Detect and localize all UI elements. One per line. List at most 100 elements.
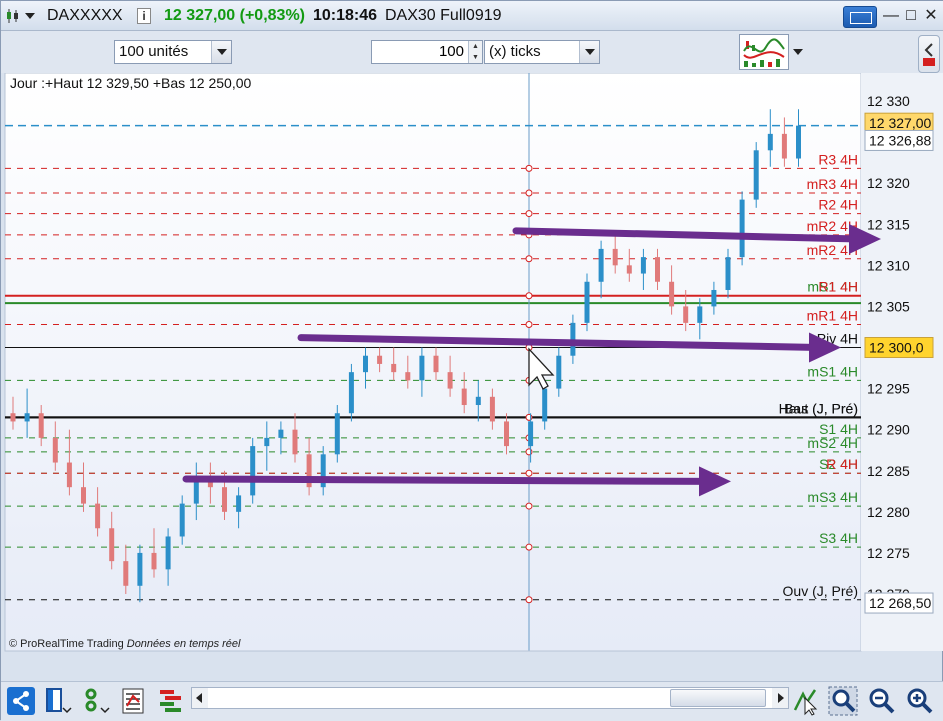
share-icon[interactable] bbox=[6, 686, 36, 716]
candle-body bbox=[739, 199, 745, 258]
chart-scrollbar[interactable] bbox=[191, 687, 789, 709]
keyboard-icon[interactable] bbox=[843, 6, 877, 28]
candle-body bbox=[10, 413, 16, 422]
candle-body bbox=[626, 265, 632, 274]
maximize-icon[interactable]: □ bbox=[902, 7, 920, 25]
candle-body bbox=[655, 257, 660, 282]
candle-body bbox=[528, 421, 534, 447]
scroll-left-icon[interactable] bbox=[192, 688, 208, 708]
candle-body bbox=[391, 363, 397, 373]
level-label: mS3 4H bbox=[807, 489, 858, 505]
price-axis-label: 12 315 bbox=[867, 216, 910, 232]
level-label: R3 4H bbox=[818, 151, 858, 167]
candle-body bbox=[348, 372, 354, 414]
price-axis-background bbox=[861, 73, 943, 651]
crosshair-marker bbox=[525, 255, 533, 263]
candle-body bbox=[250, 446, 256, 496]
candle-body bbox=[377, 355, 383, 364]
level-label: mR1 4H bbox=[807, 307, 858, 323]
candlestick-icon[interactable] bbox=[6, 8, 20, 24]
candle-body bbox=[669, 281, 675, 307]
ticks-select[interactable]: (x) ticks bbox=[484, 40, 600, 64]
price-axis-label: 12 330 bbox=[867, 93, 910, 109]
price-axis-label: 12 285 bbox=[867, 463, 910, 479]
price-tag-label: 12 300,0 bbox=[869, 340, 924, 356]
ticks-select-value: (x) ticks bbox=[489, 43, 541, 60]
candle-body bbox=[711, 289, 717, 307]
chevron-down-icon[interactable] bbox=[579, 41, 599, 63]
candle-body bbox=[95, 503, 101, 529]
chart-canvas[interactable]: R3 4HmR3 4HR2 4HmR2 4HmR2 4HmS1 4HR1 4Hm… bbox=[1, 73, 943, 653]
side-panel-button[interactable] bbox=[918, 35, 940, 73]
scroll-right-icon[interactable] bbox=[772, 688, 788, 708]
candle-body bbox=[66, 462, 72, 488]
candle-body bbox=[24, 413, 30, 422]
ticks-stepper[interactable]: ▲ ▼ bbox=[468, 41, 482, 63]
window-icon[interactable] bbox=[43, 686, 73, 716]
clock-time: 10:18:46 bbox=[313, 7, 378, 24]
candle-body bbox=[165, 536, 171, 570]
candle-body bbox=[405, 372, 411, 381]
crosshair-marker bbox=[525, 189, 533, 197]
crosshair-marker bbox=[525, 164, 533, 172]
candle-body bbox=[81, 487, 86, 504]
price-axis-label: 12 280 bbox=[867, 504, 910, 520]
crosshair-marker bbox=[525, 292, 533, 300]
indicators-dropdown[interactable] bbox=[790, 34, 806, 70]
price-axis-label: 12 295 bbox=[867, 381, 910, 397]
title-bar: DAXXXXX i 12 327,00 (+0,83%) 10:18:46 DA… bbox=[1, 1, 943, 31]
candle-body bbox=[796, 125, 801, 159]
instrument-symbol[interactable]: DAXXXXX bbox=[47, 7, 123, 25]
crosshair-marker bbox=[525, 210, 533, 218]
price-chart[interactable]: R3 4H mR3 4H R2 4H mR2 4H mR2 4H mS1 4H R1 4H m… bbox=[1, 73, 943, 653]
level-label: mS2 4H bbox=[807, 435, 858, 451]
zoom-out-icon[interactable] bbox=[867, 686, 897, 716]
price-axis-label: 12 310 bbox=[867, 257, 910, 273]
candle-body bbox=[489, 396, 495, 422]
chart-window: DAXXXXX i 12 327,00 (+0,83%) 10:18:46 DA… bbox=[0, 0, 943, 721]
scrollbar-thumb[interactable] bbox=[670, 689, 766, 707]
annotation-arrow-shaft bbox=[182, 475, 713, 485]
candle-body bbox=[697, 306, 703, 323]
crosshair-marker bbox=[525, 596, 533, 604]
candle-body bbox=[584, 281, 590, 323]
indicator-chart-icon bbox=[743, 38, 785, 67]
link-icon[interactable] bbox=[81, 686, 111, 716]
candle-body bbox=[123, 561, 129, 586]
data-credit: © ProRealTime Trading Données en temps r… bbox=[9, 638, 240, 650]
candle-body bbox=[767, 133, 773, 151]
day-high-low-info: Jour :+Haut 12 329,50 +Bas 12 250,00 bbox=[10, 75, 252, 91]
zoom-in-icon[interactable] bbox=[905, 686, 935, 716]
object-list-icon[interactable] bbox=[119, 686, 149, 716]
units-select[interactable]: 100 unités bbox=[114, 40, 232, 64]
chevron-down-icon[interactable] bbox=[211, 41, 231, 63]
cursor-tool-icon[interactable] bbox=[791, 686, 821, 716]
price-tag-label: 12 326,88 bbox=[869, 132, 931, 148]
candle-body bbox=[363, 355, 368, 373]
close-icon[interactable]: ✕ bbox=[922, 7, 940, 25]
candle-body bbox=[419, 355, 425, 381]
candle-body bbox=[725, 257, 731, 290]
candle-body bbox=[542, 388, 548, 422]
candle-body bbox=[222, 487, 227, 512]
ticks-input[interactable]: 100 ▲ ▼ bbox=[371, 40, 483, 64]
zoom-box-icon[interactable] bbox=[828, 686, 858, 716]
chevron-down-icon[interactable] bbox=[25, 13, 35, 19]
minimize-icon[interactable]: — bbox=[882, 7, 900, 25]
candle-body bbox=[278, 429, 284, 438]
info-icon[interactable]: i bbox=[137, 8, 151, 24]
level-label: R 4H bbox=[826, 456, 858, 472]
price-axis-label: 12 305 bbox=[867, 298, 910, 314]
candle-body bbox=[612, 248, 618, 266]
candle-body bbox=[334, 413, 340, 455]
crosshair-marker bbox=[525, 502, 533, 510]
indicators-button[interactable] bbox=[739, 34, 789, 70]
level-label: R2 4H bbox=[818, 197, 858, 213]
crosshair-marker bbox=[525, 543, 533, 551]
crosshair-marker bbox=[525, 469, 533, 477]
candle-body bbox=[236, 495, 242, 512]
indicator-list-icon[interactable] bbox=[157, 686, 187, 716]
candle-body bbox=[447, 372, 453, 389]
candle-body bbox=[52, 437, 58, 463]
price-tag-label: 12 327,00 bbox=[869, 115, 931, 131]
